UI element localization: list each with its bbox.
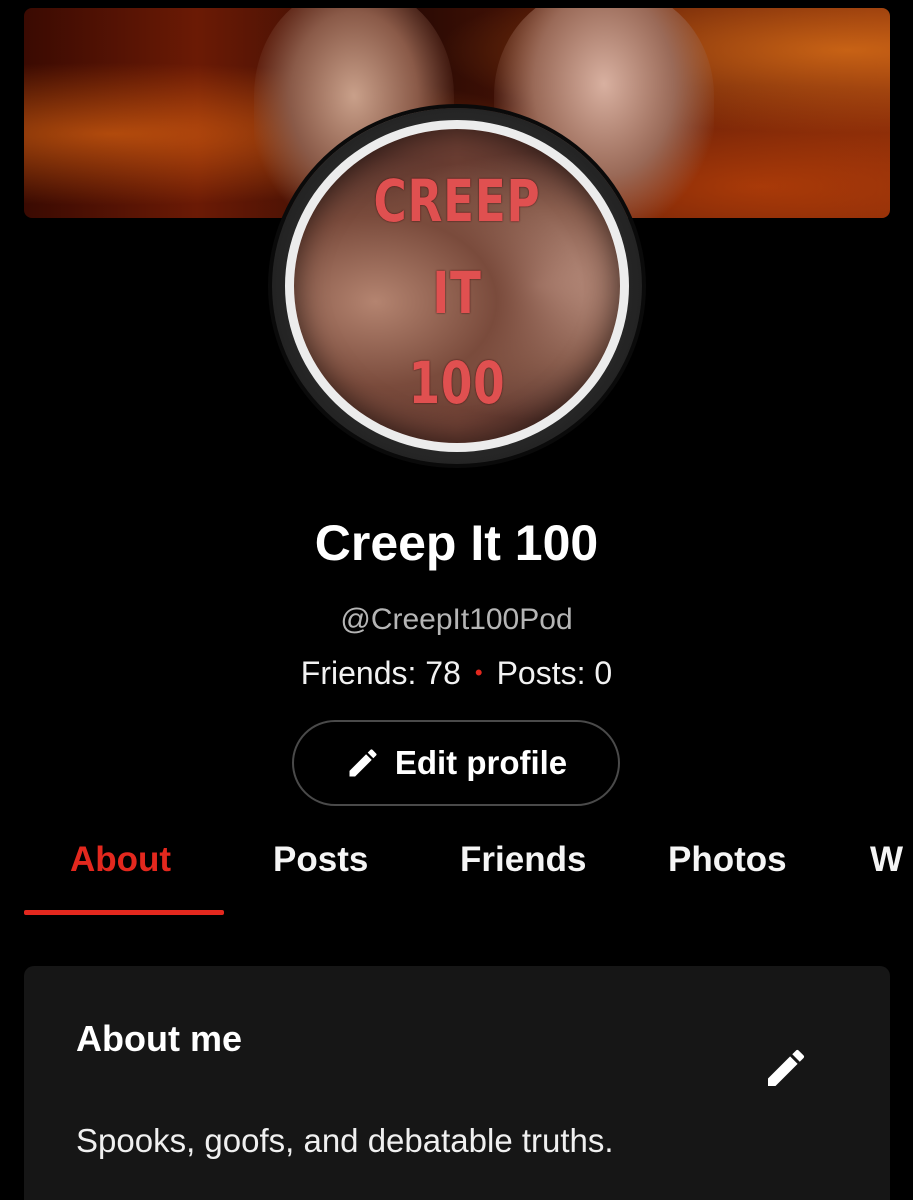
profile-page: CREEP IT 100 Creep It 100 @CreepIt100Pod… <box>0 0 913 1200</box>
tab-posts[interactable]: Posts <box>273 840 368 880</box>
tab-overflow[interactable]: W <box>870 840 903 880</box>
edit-profile-button[interactable]: Edit profile <box>292 720 620 806</box>
posts-count[interactable]: Posts: 0 <box>497 655 613 691</box>
about-title: About me <box>76 1018 242 1059</box>
profile-handle: @CreepIt100Pod <box>340 603 573 636</box>
edit-profile-label: Edit profile <box>394 744 568 781</box>
profile-tabs: About Posts Friends Photos W <box>0 832 913 922</box>
tab-about[interactable]: About <box>70 840 171 880</box>
active-tab-indicator <box>24 910 224 915</box>
about-text: Spooks, goofs, and debatable truths. <box>76 1122 614 1159</box>
about-card: About me Spooks, goofs, and debatable tr… <box>24 966 890 1200</box>
pencil-icon[interactable] <box>762 1044 810 1092</box>
tab-photos[interactable]: Photos <box>668 840 787 880</box>
friends-count[interactable]: Friends: 78 <box>301 655 461 691</box>
tab-friends[interactable]: Friends <box>460 840 586 880</box>
pencil-icon <box>349 749 377 777</box>
avatar-text-line-2: IT <box>432 259 482 327</box>
profile-stats: Friends: 78 • Posts: 0 <box>0 655 913 692</box>
avatar-text-line-3: 100 <box>408 349 506 417</box>
profile-name: Creep It 100 <box>314 515 599 571</box>
avatar-text-line-1: CREEP <box>373 167 541 235</box>
avatar[interactable]: CREEP IT 100 <box>285 120 629 452</box>
stats-separator: • <box>474 659 483 685</box>
